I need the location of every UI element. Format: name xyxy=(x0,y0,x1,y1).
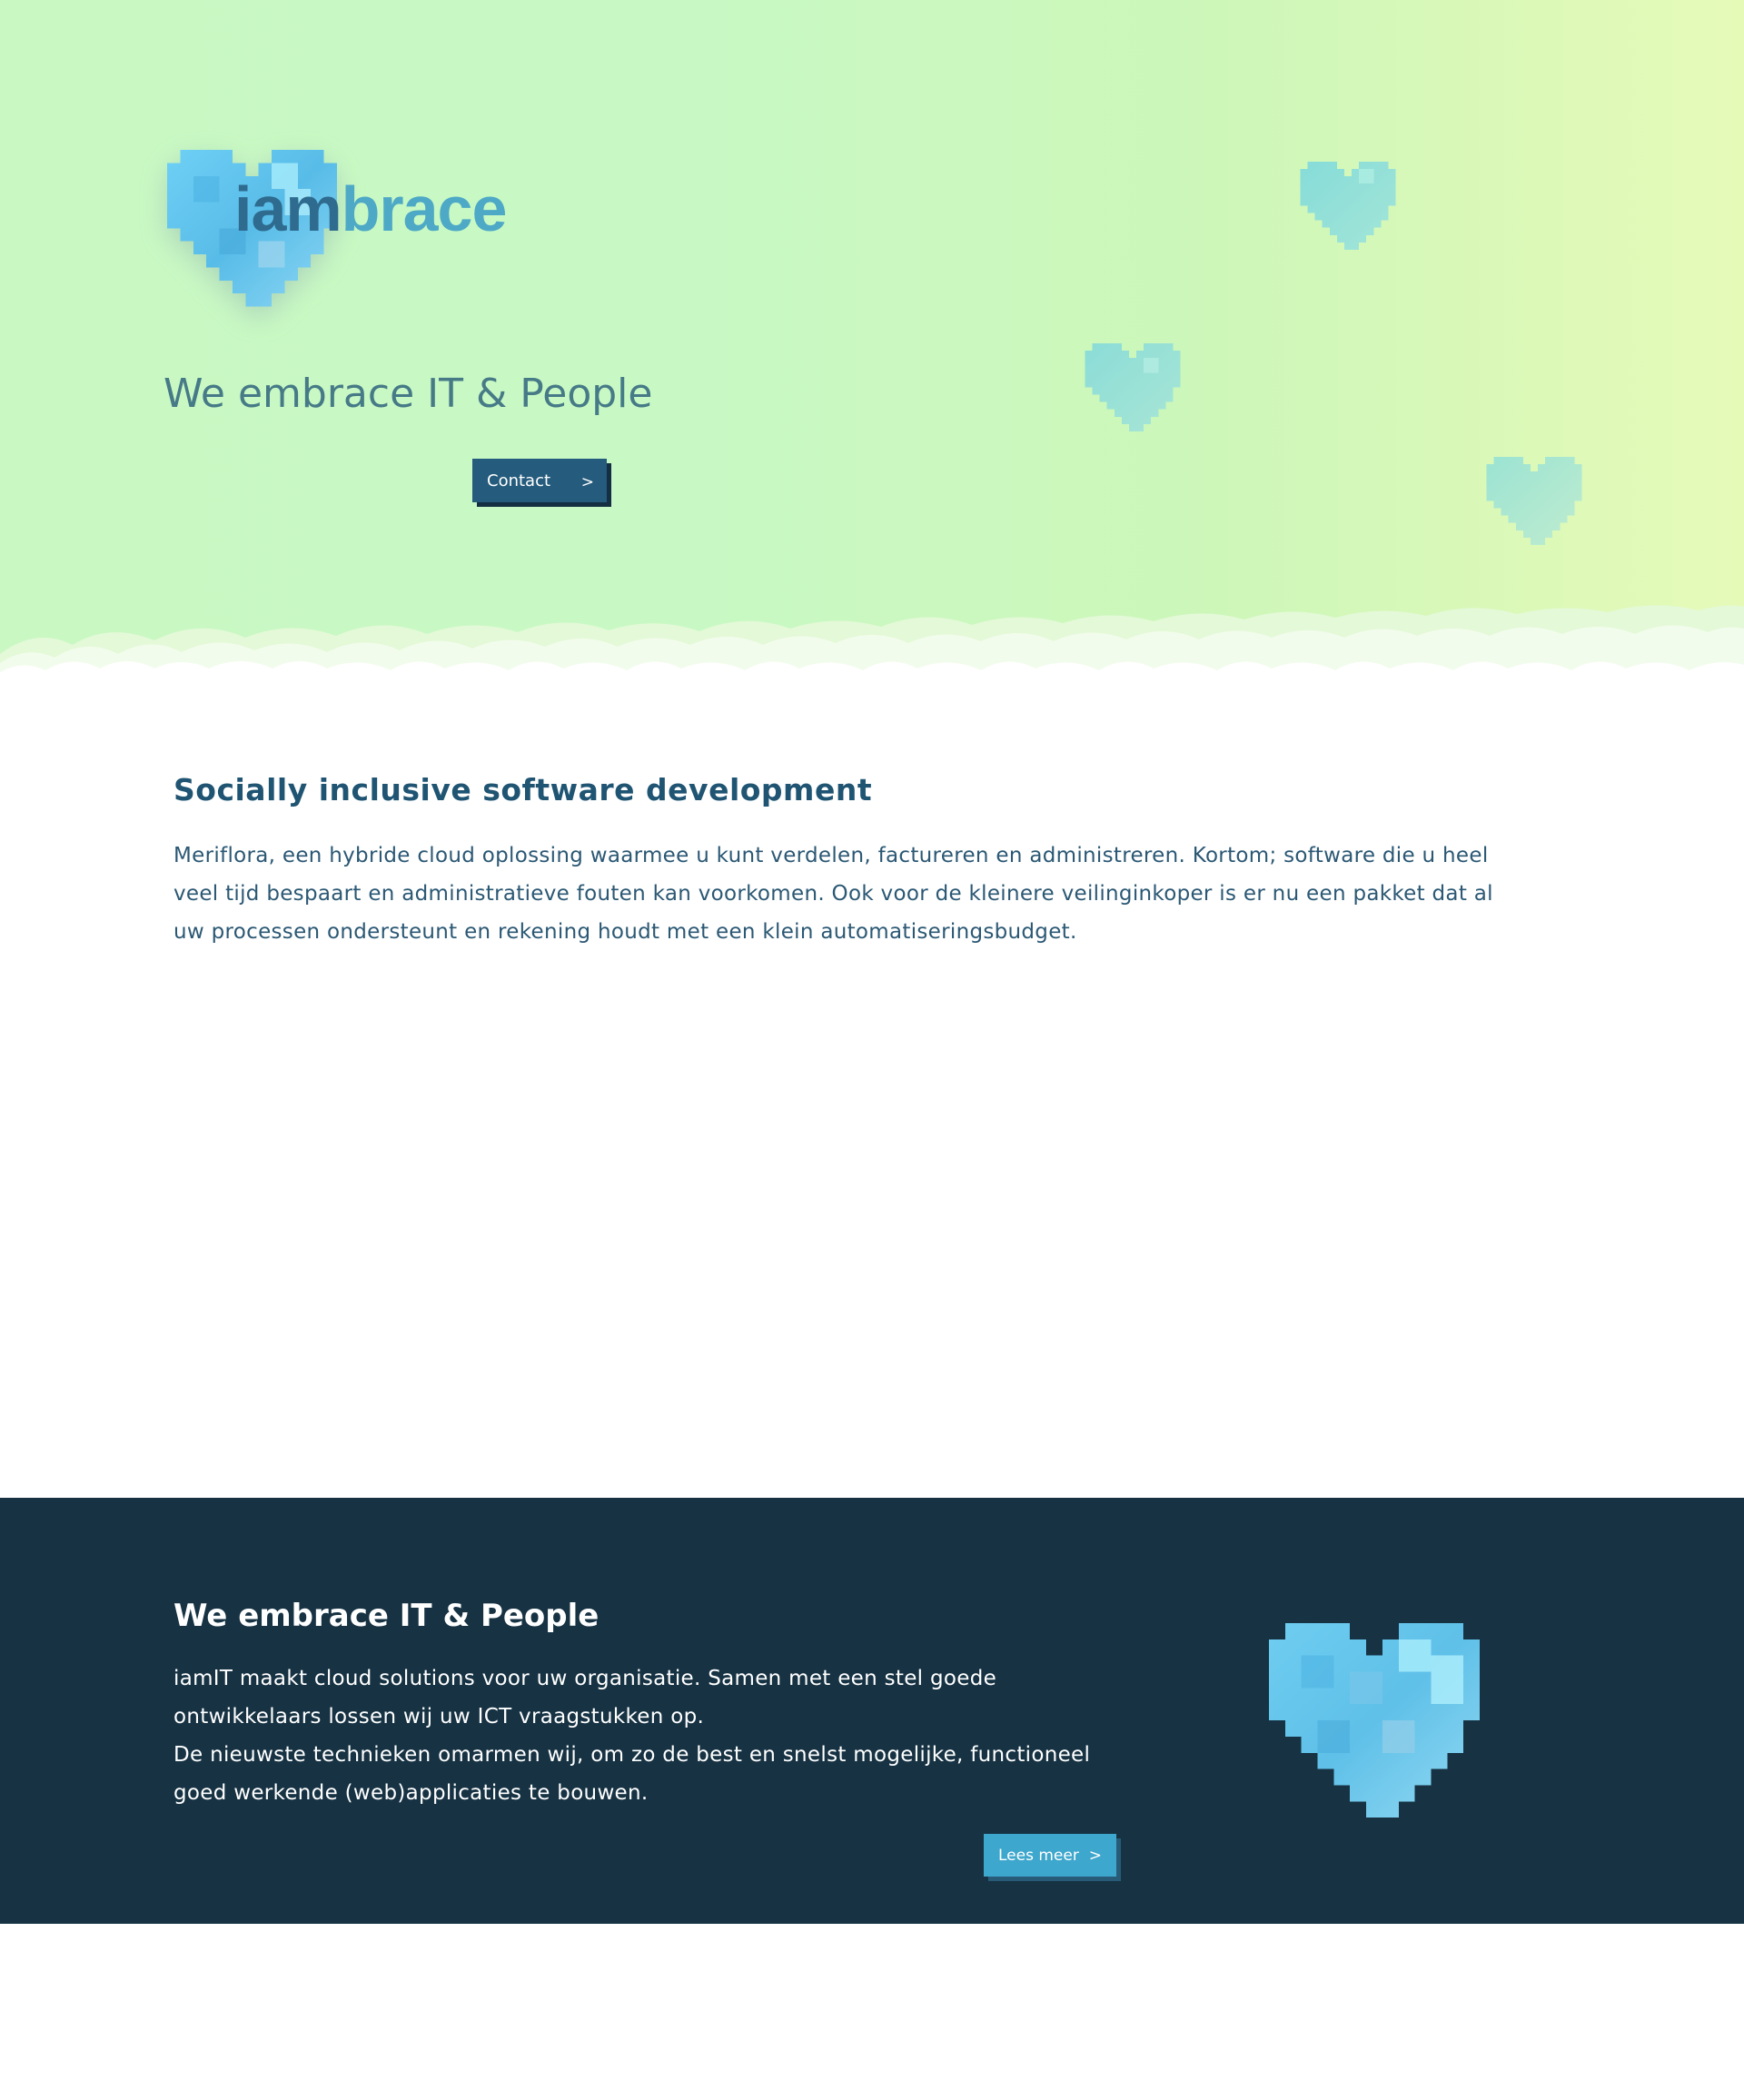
pixel-heart-icon xyxy=(1269,1623,1480,1818)
about-text: iamIT maakt cloud solutions voor uw orga… xyxy=(173,1659,1136,1812)
about-text-line2: De nieuwste technieken omarmen wij, om z… xyxy=(173,1743,1091,1805)
logo-text-brace: brace xyxy=(341,173,508,244)
contact-button[interactable]: Contact > xyxy=(472,459,607,502)
chevron-right-icon: > xyxy=(580,473,594,491)
intro-section: Socially inclusive software development … xyxy=(173,772,1518,951)
intro-heading: Socially inclusive software development xyxy=(173,772,873,807)
cloud-divider xyxy=(0,605,1744,699)
logo-wordmark: iambrace xyxy=(234,177,507,241)
intro-text: Meriflora, een hybride cloud oplossing w… xyxy=(173,844,1493,944)
about-section: We embrace IT & People iamIT maakt cloud… xyxy=(0,1498,1744,1924)
pixel-heart-icon xyxy=(1085,343,1181,431)
about-heading: We embrace IT & People xyxy=(173,1598,600,1634)
logo-text-iam: iam xyxy=(234,173,342,244)
about-text-line1: iamIT maakt cloud solutions voor uw orga… xyxy=(173,1667,997,1729)
site-logo[interactable]: iambrace xyxy=(164,150,545,322)
hero-title: We embrace IT & People xyxy=(164,371,653,417)
chevron-right-icon: > xyxy=(1088,1846,1102,1865)
contact-button-label: Contact xyxy=(487,471,551,490)
read-more-button[interactable]: Lees meer > xyxy=(984,1834,1116,1877)
pixel-heart-icon xyxy=(1486,457,1582,545)
pixel-heart-icon xyxy=(1300,162,1396,250)
read-more-label: Lees meer xyxy=(998,1846,1079,1865)
hero-section: iambrace We embrace IT & People Contact … xyxy=(0,0,1744,699)
